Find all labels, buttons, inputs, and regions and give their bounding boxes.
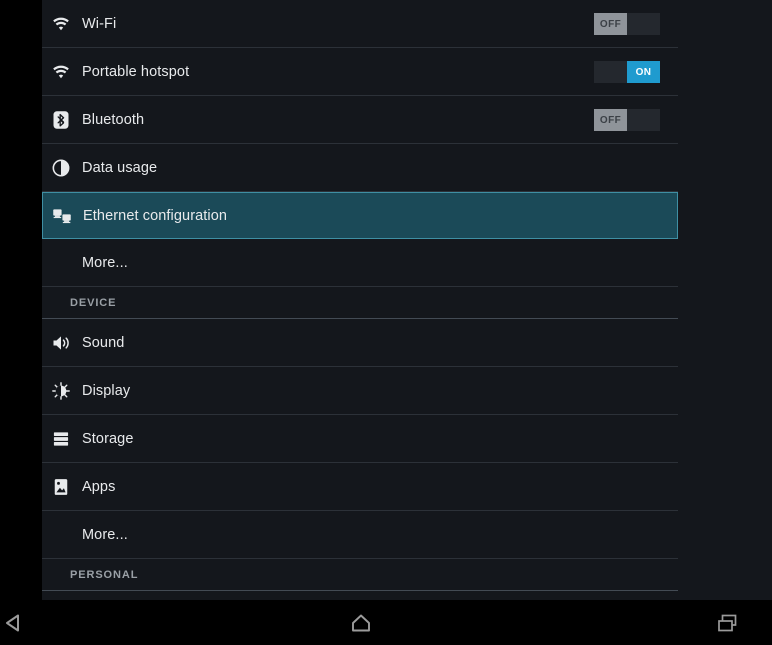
settings-row-sound[interactable]: Sound: [42, 319, 678, 367]
settings-list: Wi-Fi OFF Portable hotspot ON Bluetooth …: [42, 0, 772, 600]
toggle-thumb-label: OFF: [594, 109, 627, 131]
settings-row-more-wireless[interactable]: More...: [42, 239, 678, 287]
apps-icon: [48, 474, 74, 500]
settings-row-label: Sound: [82, 335, 125, 351]
back-button[interactable]: [0, 600, 46, 645]
home-icon: [348, 610, 374, 636]
section-divider: [42, 590, 678, 591]
home-button[interactable]: [331, 600, 391, 645]
settings-row-label: Storage: [82, 431, 134, 447]
back-icon: [3, 610, 29, 636]
section-header-device: DEVICE: [42, 287, 678, 319]
settings-row-label: Display: [82, 383, 131, 399]
settings-row-label: More...: [82, 527, 128, 543]
wifi-toggle[interactable]: OFF: [594, 13, 660, 35]
toggle-track: [594, 61, 627, 83]
ethernet-icon: [49, 203, 75, 229]
settings-row-wifi[interactable]: Wi-Fi OFF: [42, 0, 678, 48]
settings-row-more-device[interactable]: More...: [42, 511, 678, 559]
settings-row-label: Bluetooth: [82, 112, 145, 128]
system-navigation-bar: [0, 600, 772, 645]
portable-hotspot-toggle[interactable]: ON: [594, 61, 660, 83]
toggle-thumb-label: OFF: [594, 13, 627, 35]
settings-row-label: Ethernet configuration: [83, 207, 228, 224]
storage-icon: [48, 426, 74, 452]
section-header-label: PERSONAL: [70, 569, 139, 581]
bluetooth-icon: [48, 107, 74, 133]
wifi-icon: [48, 11, 74, 37]
data-usage-icon: [48, 155, 74, 181]
settings-row-label: Portable hotspot: [82, 64, 190, 80]
section-header-label: DEVICE: [70, 297, 117, 309]
settings-row-data-usage[interactable]: Data usage: [42, 144, 678, 192]
settings-row-display[interactable]: Display: [42, 367, 678, 415]
toggle-track: [627, 109, 660, 131]
android-settings-screen: Wi-Fi OFF Portable hotspot ON Bluetooth …: [0, 0, 772, 645]
settings-row-label: More...: [82, 255, 128, 271]
toggle-thumb-label: ON: [627, 61, 660, 83]
toggle-track: [627, 13, 660, 35]
settings-row-label: Wi-Fi: [82, 16, 117, 32]
recents-icon: [715, 610, 741, 636]
settings-row-apps[interactable]: Apps: [42, 463, 678, 511]
section-header-personal: PERSONAL: [42, 559, 678, 591]
recents-button[interactable]: [698, 600, 758, 645]
wifi-icon: [48, 59, 74, 85]
settings-row-label: Apps: [82, 479, 116, 495]
settings-row-portable-hotspot[interactable]: Portable hotspot ON: [42, 48, 678, 96]
settings-row-bluetooth[interactable]: Bluetooth OFF: [42, 96, 678, 144]
display-icon: [48, 378, 74, 404]
bluetooth-toggle[interactable]: OFF: [594, 109, 660, 131]
settings-row-ethernet-configuration[interactable]: Ethernet configuration: [42, 192, 678, 239]
settings-row-storage[interactable]: Storage: [42, 415, 678, 463]
settings-row-label: Data usage: [82, 160, 158, 176]
sound-icon: [48, 330, 74, 356]
